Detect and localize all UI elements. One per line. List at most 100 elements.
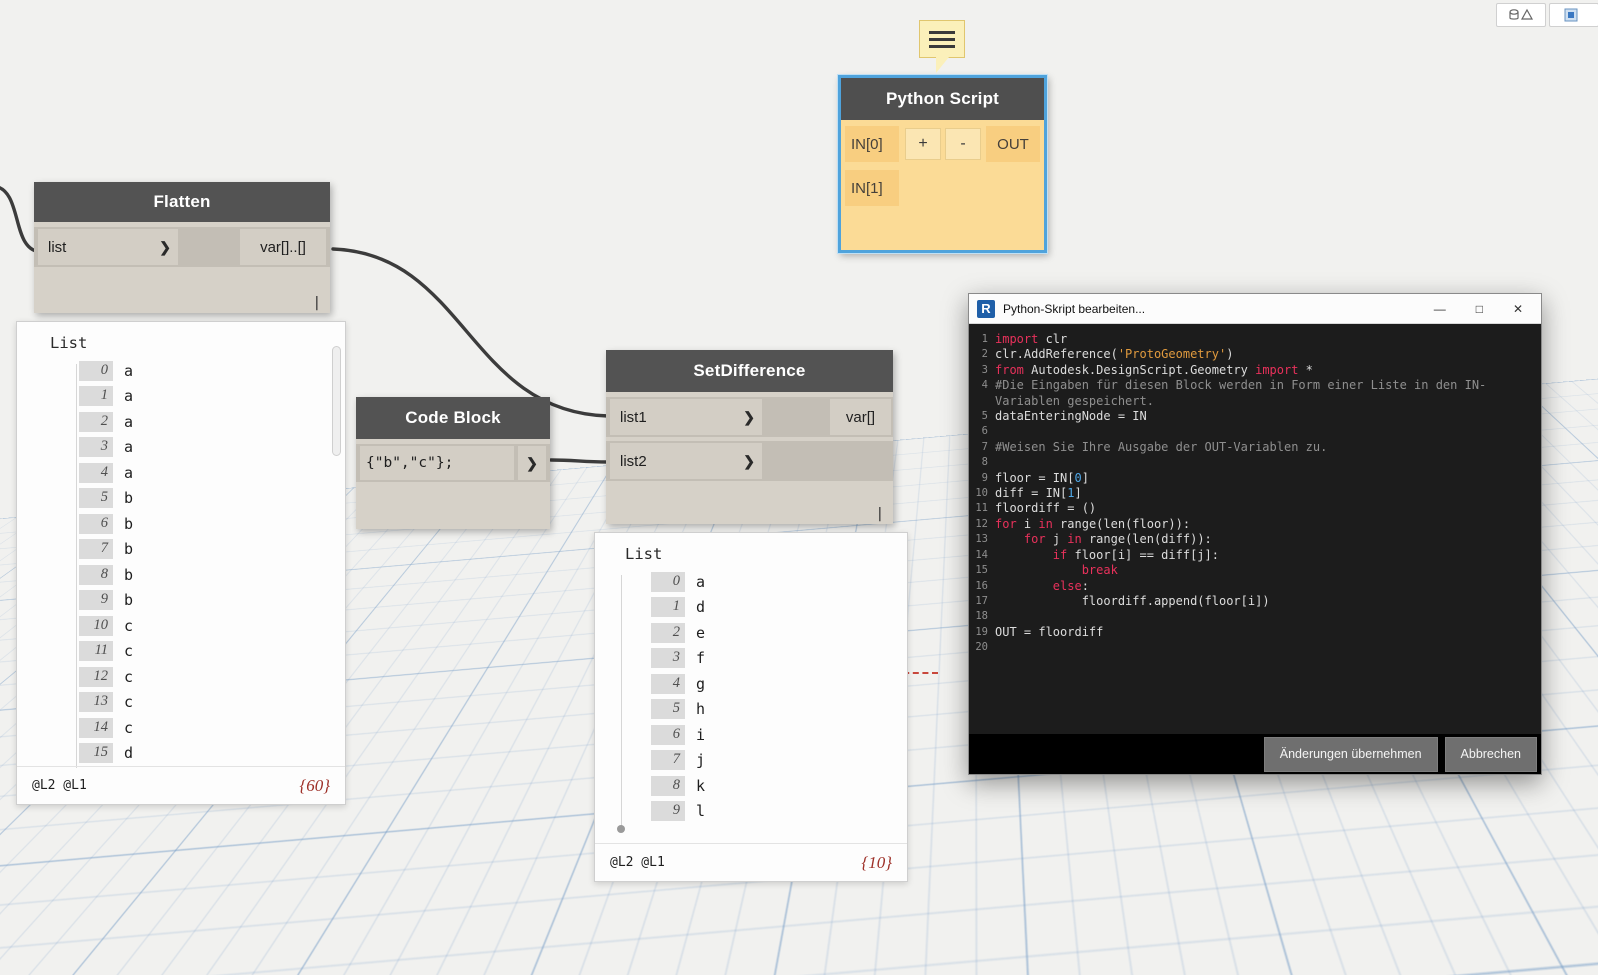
list-item: 0a <box>79 358 345 384</box>
wire-flatten-to-setdifference[interactable] <box>331 247 610 418</box>
list-item: 6b <box>79 511 345 537</box>
list-item-value: b <box>124 565 134 584</box>
line-number: 20 <box>975 641 988 654</box>
code-line: 4 #Die Eingaben für diesen Block werden i… <box>973 378 1535 409</box>
cancel-button[interactable]: Abbrechen <box>1444 736 1537 772</box>
python-editor-window[interactable]: R Python-Skript bearbeiten... — □ ✕ 1 imp… <box>968 293 1542 775</box>
list-guide-dot <box>617 825 625 833</box>
list-item-index: 9 <box>79 590 113 611</box>
apply-changes-button[interactable]: Änderungen übernehmen <box>1263 736 1438 772</box>
geometry-preview-icon[interactable] <box>1496 3 1546 27</box>
list-item-index: 4 <box>651 673 685 694</box>
list-item-value: e <box>696 623 706 642</box>
list-item-index: 15 <box>79 743 113 764</box>
line-number: 13 <box>975 533 988 546</box>
wire-codeblock-to-setdifference[interactable] <box>549 458 610 464</box>
list-item: 9b <box>79 588 345 614</box>
list-item-index: 4 <box>79 462 113 483</box>
minimize-button[interactable]: — <box>1434 302 1446 316</box>
line-number: 2 <box>981 348 988 361</box>
node-flatten[interactable]: Flatten list ❯ var[]..[] | <box>34 182 330 313</box>
note-bubble[interactable] <box>919 20 965 58</box>
line-number: 7 <box>981 440 988 453</box>
node-title[interactable]: Python Script <box>841 78 1044 120</box>
code-editor[interactable]: 1 import clr 2 clr.AddReference('ProtoGeome… <box>969 324 1541 734</box>
preview-footer: @L2 @L1 {10} <box>595 843 907 881</box>
comment-note-icon[interactable] <box>919 20 965 73</box>
list-item-index: 1 <box>651 597 685 618</box>
code-line: 10 diff = IN[1] <box>973 486 1535 501</box>
line-number: 14 <box>975 548 988 561</box>
list-levels[interactable]: @L2 @L1 <box>32 778 87 793</box>
list-levels[interactable]: @L2 @L1 <box>610 855 665 870</box>
output-port[interactable]: ❯ <box>518 446 546 480</box>
list-item: 8b <box>79 562 345 588</box>
list-item-index: 14 <box>79 717 113 738</box>
code-line: 18 <box>973 609 1535 624</box>
list-item-value: a <box>124 438 134 457</box>
remove-input-button[interactable]: - <box>945 128 981 160</box>
list-count: {60} <box>299 775 330 795</box>
maximize-button[interactable]: □ <box>1476 302 1483 316</box>
port-label: IN[1] <box>851 179 883 197</box>
node-python-script[interactable]: Python Script IN[0] + - OUT IN[1] <box>838 75 1047 253</box>
code-block-code[interactable]: {"b","c"}; <box>360 455 453 471</box>
line-number: 18 <box>975 610 988 623</box>
scrollbar-thumb[interactable] <box>332 346 341 456</box>
list-item: 4a <box>79 460 345 486</box>
port-label: list2 <box>620 452 647 470</box>
code-block-input[interactable]: {"b","c"}; <box>360 446 514 480</box>
output-port-out[interactable]: OUT <box>986 126 1040 162</box>
graph-view-icon[interactable] <box>1549 3 1598 27</box>
code-line: 8 <box>973 455 1535 470</box>
editor-title: Python-Skript bearbeiten... <box>1003 301 1146 316</box>
chevron-right-icon: ❯ <box>743 452 755 469</box>
list-item-value: a <box>696 572 706 591</box>
line-number: 12 <box>975 517 988 530</box>
code-line: 14 if floor[i] == diff[j]: <box>973 548 1535 563</box>
port-label: OUT <box>997 135 1029 153</box>
list-item-value: g <box>696 674 706 693</box>
node-code-block[interactable]: Code Block {"b","c"}; ❯ <box>356 397 550 529</box>
node-title[interactable]: SetDifference <box>606 350 893 392</box>
output-port-var[interactable]: var[] <box>830 399 891 435</box>
list-item-value: k <box>696 776 706 795</box>
list-item-value: b <box>124 514 134 533</box>
node-title[interactable]: Code Block <box>356 397 550 439</box>
output-port-var[interactable]: var[]..[] <box>240 229 326 265</box>
list-item-value: d <box>696 598 706 617</box>
lacing-indicator[interactable]: | <box>313 295 321 311</box>
add-input-button[interactable]: + <box>905 128 941 160</box>
list-item: 7b <box>79 537 345 563</box>
input-port-in0[interactable]: IN[0] <box>845 126 899 162</box>
list-item-value: a <box>124 361 134 380</box>
code-line: 19 OUT = floordiff <box>973 625 1535 640</box>
list-item-index: 6 <box>79 513 113 534</box>
editor-footer: Änderungen übernehmen Abbrechen <box>969 734 1541 774</box>
list-item: 1a <box>79 384 345 410</box>
node-set-difference[interactable]: SetDifference list1 ❯ list2 ❯ var[] | <box>606 350 893 524</box>
editor-titlebar[interactable]: R Python-Skript bearbeiten... — □ ✕ <box>969 294 1541 324</box>
node-title[interactable]: Flatten <box>34 182 330 222</box>
list-items: 0a1d2e3f4g5h6i7j8k9l <box>595 569 907 824</box>
close-button[interactable]: ✕ <box>1513 302 1523 316</box>
list-item: 10 c <box>79 613 345 639</box>
list-item-index: 3 <box>651 648 685 669</box>
list-item-value: a <box>124 387 134 406</box>
list-item: 11 c <box>79 639 345 665</box>
code-line: 5 dataEnteringNode = IN <box>973 409 1535 424</box>
input-port-list1[interactable]: list1 ❯ <box>610 399 762 435</box>
code-line: 17 floordiff.append(floor[i]) <box>973 594 1535 609</box>
list-item: 8k <box>651 773 907 799</box>
port-label: list <box>48 238 67 256</box>
dynamo-canvas[interactable]: Flatten list ❯ var[]..[] | List 0a1a2a3a… <box>0 0 1598 975</box>
list-item-value: l <box>696 802 706 821</box>
list-item-value: c <box>124 693 134 712</box>
code-line: 9 floor = IN[0] <box>973 471 1535 486</box>
lacing-indicator[interactable]: | <box>876 506 884 522</box>
list-item: 5b <box>79 486 345 512</box>
input-port-in1[interactable]: IN[1] <box>845 170 899 206</box>
input-port-list2[interactable]: list2 ❯ <box>610 443 762 479</box>
code-line: 16 else: <box>973 579 1535 594</box>
input-port-list[interactable]: list ❯ <box>38 229 178 265</box>
